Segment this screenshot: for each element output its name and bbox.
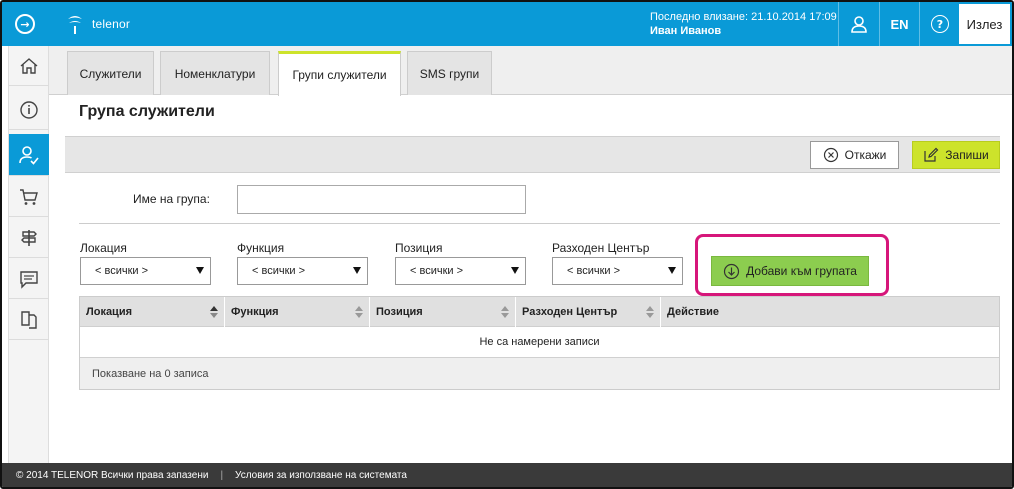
add-to-group-label: Добави към групата [746,264,857,278]
copyright-text: © 2014 TELENOR Всички права запазени [16,469,209,481]
filter-position-label: Позиция [395,241,443,255]
cancel-label: Откажи [844,148,887,162]
user-name: Иван Иванов [650,25,722,37]
group-name-label: Име на група: [133,192,210,206]
filter-position-select[interactable]: < всички > [395,257,526,285]
divider [79,223,1000,224]
sidebar-item-info[interactable] [9,90,49,130]
save-button[interactable]: Запиши [912,141,1000,169]
empty-table-message: Не са намерени записи [80,327,999,358]
info-icon [20,100,38,119]
last-login-info: Последно влизане: 21.10.2014 17:09 Иван … [650,11,837,37]
dropdown-arrow-icon [196,267,204,274]
tab-employees[interactable]: Служители [67,51,154,95]
logout-button[interactable]: Излез [959,4,1010,44]
cart-icon [20,188,38,205]
footer: © 2014 TELENOR Всички права запазени | У… [2,463,1012,487]
page-title: Група служители [79,103,215,120]
tab-employee-groups[interactable]: Групи служители [278,51,401,96]
help-button[interactable]: ? [919,2,960,46]
help-icon: ? [931,15,949,33]
dropdown-arrow-icon [511,267,519,274]
save-label: Запиши [945,148,989,162]
tab-sms-groups[interactable]: SMS групи [407,51,492,95]
close-circle-icon [823,147,838,163]
top-bar: → telenor Последно влизане: 21.10.2014 1… [2,2,1012,46]
sort-icon [355,306,363,318]
language-button[interactable]: EN [879,2,919,46]
sidebar-item-documents[interactable] [9,300,49,340]
filter-function-label: Функция [237,241,285,255]
add-to-group-button[interactable]: Добави към групата [711,256,869,286]
menu-toggle-button[interactable]: → [2,2,48,46]
profile-button[interactable] [838,2,879,46]
arrow-right-icon: → [15,14,35,34]
telenor-logo-icon [64,13,86,35]
group-name-input[interactable] [237,185,526,214]
chat-icon [20,270,38,289]
filter-cost-center-select[interactable]: < всички > [552,257,683,285]
sidebar [8,46,49,463]
filter-function-value: < всички > [252,265,306,277]
sort-icon [501,306,509,318]
terms-link[interactable]: Условия за използване на системата [235,470,407,481]
sidebar-item-messages[interactable] [9,259,49,299]
filter-function-select[interactable]: < всички > [237,257,368,285]
sidebar-item-directions[interactable] [9,218,49,258]
main-content: Служители Номенклатури Групи служители S… [49,46,1012,463]
filter-location-value: < всички > [95,265,149,277]
column-header-action: Действие [667,306,719,318]
table-info: Показване на 0 записа [80,358,999,389]
tab-bar: Служители Номенклатури Групи служители S… [49,46,1012,96]
column-header-position[interactable]: Позиция [370,297,516,327]
dropdown-arrow-icon [353,267,361,274]
action-bar: Откажи Запиши [65,136,1000,173]
sidebar-item-cart[interactable] [9,177,49,217]
signpost-icon [21,229,37,246]
logo-text: telenor [92,17,131,31]
user-icon [851,16,867,33]
sort-icon [210,306,218,318]
filter-position-value: < всички > [410,265,464,277]
tab-nomenclatures[interactable]: Номенклатури [160,51,270,95]
last-login-label: Последно влизане: 21.10.2014 17:09 [650,11,837,23]
filter-cost-center-value: < всички > [567,265,621,277]
table-header: Локация Функция Позиция Разходен Център … [80,297,999,327]
sort-icon [646,306,654,318]
column-header-cost-center[interactable]: Разходен Център [516,297,661,327]
dropdown-arrow-icon [668,267,676,274]
footer-separator: | [220,469,224,481]
home-icon [20,57,38,74]
download-circle-icon [723,263,740,279]
telenor-logo: telenor [64,13,130,35]
edit-icon [924,147,939,162]
filter-cost-center-label: Разходен Център [552,241,650,255]
cancel-button[interactable]: Откажи [810,141,899,169]
filter-location-label: Локация [80,241,127,255]
documents-icon [21,310,37,329]
column-header-location[interactable]: Локация [80,297,225,327]
app-window: → telenor Последно влизане: 21.10.2014 1… [0,0,1014,489]
column-header-function[interactable]: Функция [225,297,370,327]
user-check-icon [19,145,39,165]
employees-table: Локация Функция Позиция Разходен Център … [79,296,1000,390]
sidebar-item-home[interactable] [9,46,49,86]
filter-location-select[interactable]: < всички > [80,257,211,285]
sidebar-item-employees[interactable] [9,134,49,176]
